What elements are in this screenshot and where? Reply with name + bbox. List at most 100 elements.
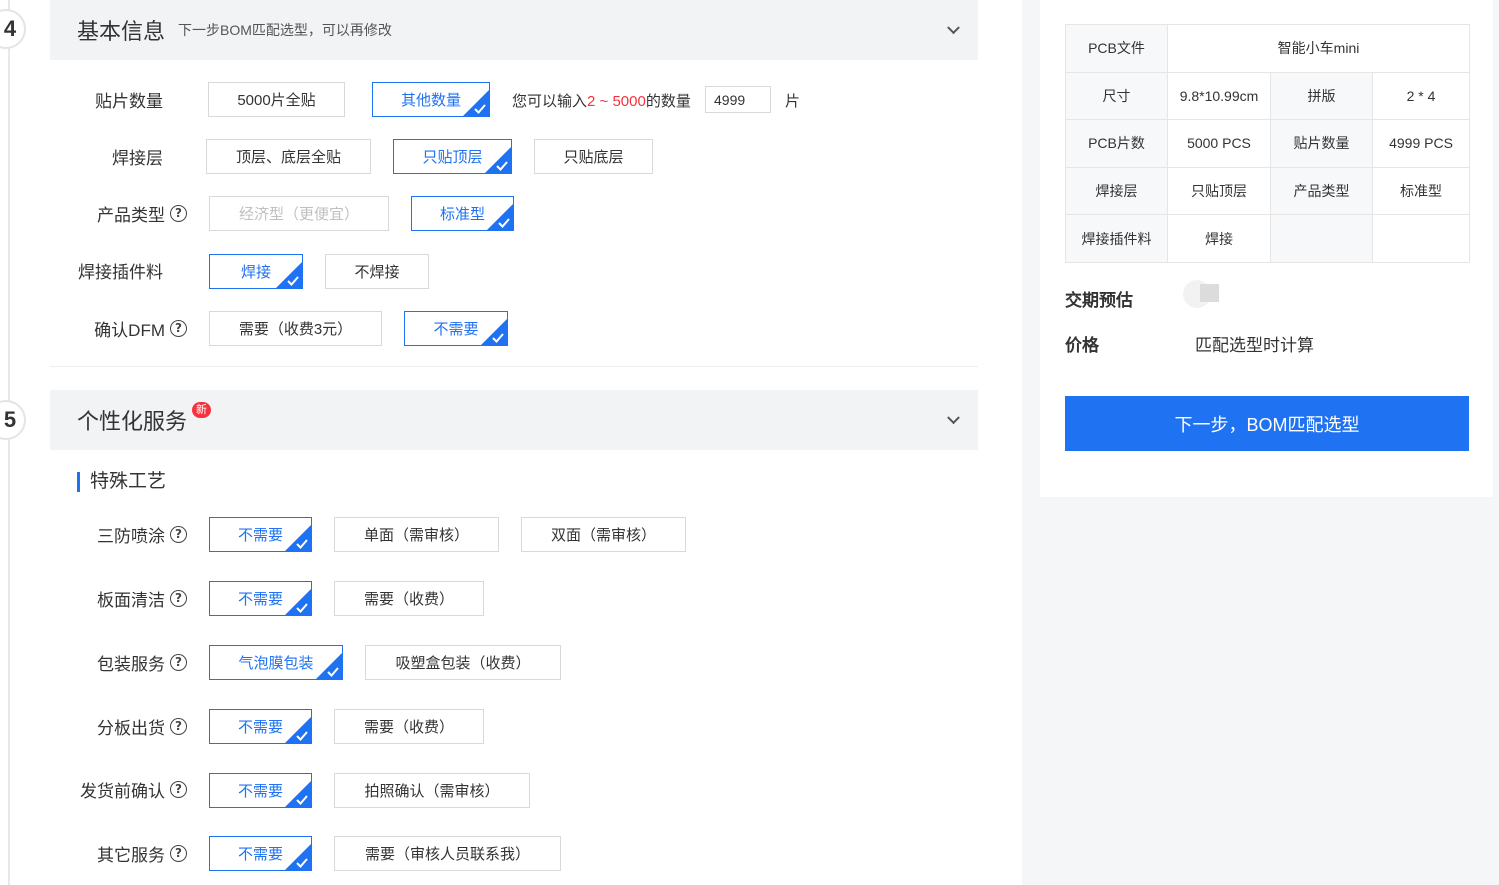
check-corner-icon [285,781,311,807]
section-header-basic-info[interactable]: 基本信息 下一步BOM匹配选型，可以再修改 [50,0,978,60]
option-coating-double[interactable]: 双面（需审核） [521,517,686,552]
cell-value: 只贴顶层 [1167,166,1271,216]
option-label: 拍照确认（需审核） [364,783,500,800]
option-label: 单面（需审核） [363,527,469,544]
label-text: 焊接插件料 [78,262,163,282]
help-icon[interactable]: ? [170,525,187,543]
help-icon[interactable]: ? [170,589,187,607]
check-corner-icon [285,844,311,870]
help-icon[interactable]: ? [170,844,187,862]
label-text: 发货前确认 [80,781,165,801]
help-icon[interactable]: ? [170,653,187,671]
option-confirm-photo[interactable]: 拍照确认（需审核） [334,773,530,808]
section-title: 个性化服务 [77,409,188,434]
sub-title-special-process: 特殊工艺 [77,472,166,492]
label-text: 贴片数量 [95,91,163,111]
label-product-type: 产品类型? [27,201,187,225]
price-value: 匹配选型时计算 [1195,336,1314,355]
loading-placeholder-icon [1183,280,1219,308]
option-all-mount[interactable]: 5000片全贴 [208,82,345,117]
option-bubble-wrap[interactable]: 气泡膜包装 [209,645,343,680]
label-text: 其它服务 [97,845,165,865]
next-step-button[interactable]: 下一步，BOM匹配选型 [1065,396,1469,451]
step-5-marker: 5 [0,400,26,440]
check-corner-icon [285,525,311,551]
label-confirm: 发货前确认? [27,777,187,801]
option-split-none[interactable]: 不需要 [209,709,312,744]
option-label: 不需要 [237,846,283,863]
option-label: 不焊接 [354,264,400,281]
option-label: 标准型 [439,206,485,223]
option-no-solder-plugin[interactable]: 不焊接 [325,254,429,289]
help-icon[interactable]: ? [170,717,187,735]
cell-value: 标准型 [1371,166,1471,216]
option-confirm-none[interactable]: 不需要 [209,773,312,808]
chevron-down-icon[interactable] [947,21,960,35]
option-cleaning-none[interactable]: 不需要 [209,581,312,616]
check-corner-icon [276,262,302,288]
table-row: 焊接层 只贴顶层 产品类型 标准型 [1065,166,1471,216]
cell-value: 4999 PCS [1371,119,1471,168]
chevron-down-icon[interactable] [947,411,960,425]
option-cleaning-yes[interactable]: 需要（收费） [334,581,484,616]
help-icon[interactable]: ? [170,204,187,222]
summary-table: PCB文件 智能小车mini 尺寸 9.8*10.99cm 拼版 2 * 4 P… [1065,24,1471,263]
help-icon[interactable]: ? [170,319,187,337]
cell-key: PCB文件 [1065,24,1168,73]
option-blister-box[interactable]: 吸塑盒包装（收费） [365,645,561,680]
label-text: 包装服务 [97,654,165,674]
option-solder-plugin[interactable]: 焊接 [209,254,303,289]
check-corner-icon [481,319,507,345]
option-other-qty[interactable]: 其他数量 [372,82,490,117]
cell-value: 9.8*10.99cm [1167,71,1271,121]
option-standard[interactable]: 标准型 [411,196,514,231]
option-dfm-no[interactable]: 不需要 [404,311,508,346]
table-row: 尺寸 9.8*10.99cm 拼版 2 * 4 [1065,71,1471,121]
option-dfm-yes[interactable]: 需要（收费3元） [209,311,382,346]
option-split-yes[interactable]: 需要（收费） [334,709,484,744]
option-label: 其他数量 [400,92,461,109]
option-other-none[interactable]: 不需要 [209,836,312,871]
table-row: 焊接插件料 焊接 [1065,214,1471,263]
section-header-custom-service[interactable]: 个性化服务 新 [50,390,978,450]
hint-range: 2 ~ 5000 [587,93,646,110]
lead-time-label: 交期预估 [1065,291,1133,310]
option-bottom-only[interactable]: 只贴底层 [534,139,653,174]
cell-key: 焊接插件料 [1065,214,1168,263]
step-number: 4 [3,16,17,41]
option-label: 不需要 [237,719,283,736]
option-coating-single[interactable]: 单面（需审核） [334,517,499,552]
option-top-only[interactable]: 只贴顶层 [393,139,512,174]
option-label: 需要（收费） [363,591,454,608]
table-row: PCB片数 5000 PCS 贴片数量 4999 PCS [1065,119,1471,168]
cell-key: 产品类型 [1270,166,1373,216]
label-text: 分板出货 [97,718,165,738]
hint-prefix: 您可以输入 [512,93,588,110]
label-packaging: 包装服务? [27,650,187,674]
option-other-contact[interactable]: 需要（审核人员联系我） [334,836,561,871]
section-subtitle: 下一步BOM匹配选型，可以再修改 [178,22,392,38]
cell-empty [1371,214,1471,263]
option-economy[interactable]: 经济型（更便宜） [209,196,389,231]
help-icon[interactable]: ? [170,780,187,798]
check-corner-icon [285,717,311,743]
label-cleaning: 板面清洁? [27,586,187,610]
hint-suffix: 的数量 [645,93,691,110]
config-panel: 4 基本信息 下一步BOM匹配选型，可以再修改 贴片数量 5000片全贴 其他数… [0,0,1022,885]
section-title: 基本信息 [77,19,166,44]
option-both-layers[interactable]: 顶层、底层全贴 [206,139,371,174]
label-mount-qty: 贴片数量 [5,87,165,111]
price-label: 价格 [1065,336,1099,355]
step-4-marker: 4 [0,9,26,49]
qty-input[interactable]: 4999 [705,86,771,113]
cell-key: 尺寸 [1065,71,1168,121]
label-dfm: 确认DFM? [27,316,187,340]
option-coating-none[interactable]: 不需要 [209,517,312,552]
option-label: 需要（审核人员联系我） [364,846,530,863]
new-badge: 新 [192,402,211,418]
timeline-line [8,0,10,885]
label-other: 其它服务? [27,841,187,865]
label-text: 焊接层 [112,148,163,168]
option-label: 只贴底层 [563,149,624,166]
option-label: 双面（需审核） [550,527,656,544]
